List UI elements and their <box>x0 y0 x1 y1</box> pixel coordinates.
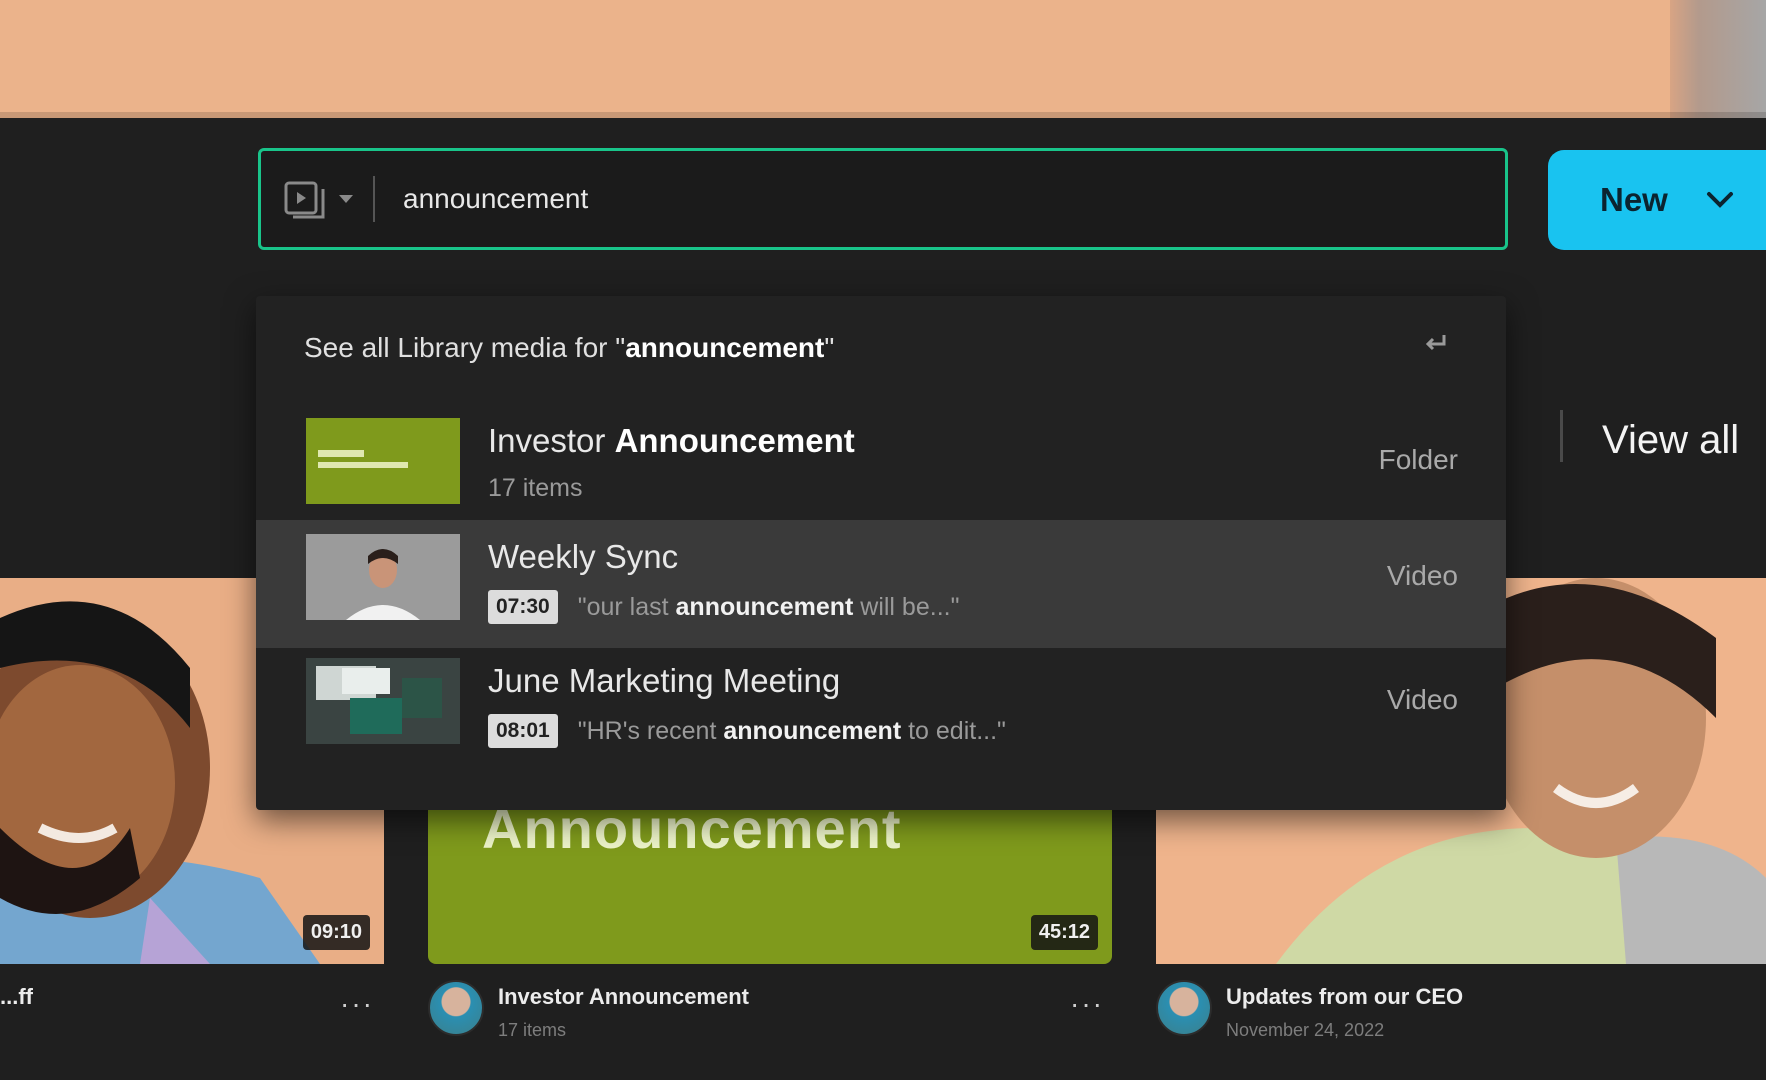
snippet-text: "HR's recent announcement to edit..." <box>578 717 1006 746</box>
search-input[interactable] <box>375 151 1505 247</box>
enter-key-icon <box>1425 335 1446 351</box>
video-thumbnail <box>306 534 460 620</box>
see-all-prefix: See all Library media for " <box>304 332 626 363</box>
media-card-meta: Investor Announcement 17 items <box>428 980 749 1041</box>
search-bar[interactable] <box>258 148 1508 250</box>
search-result-item[interactable]: Weekly Sync 07:30 "our last announcement… <box>256 520 1506 648</box>
result-title-text: Investor <box>488 422 615 459</box>
media-card-meta: ...ff <box>0 980 33 1010</box>
result-title-match: Announcement <box>614 422 855 459</box>
library-icon <box>284 181 325 219</box>
result-snippet: 08:01 "HR's recent announcement to edit.… <box>488 714 1006 748</box>
video-thumbnail-art <box>306 658 460 744</box>
result-type: Video <box>1386 684 1458 715</box>
media-card-meta: Updates from our CEO November 24, 2022 <box>1156 980 1463 1041</box>
folder-thumbnail-art <box>306 418 460 504</box>
snippet-match: announcement <box>675 592 854 621</box>
result-subtitle: 17 items <box>488 474 582 503</box>
snippet-pre: "HR's recent <box>577 716 724 745</box>
snippet-pre: "our last <box>577 592 676 621</box>
snippet-post: will be..." <box>853 592 960 621</box>
media-card-title[interactable]: Updates from our CEO <box>1226 984 1463 1010</box>
search-result-item[interactable]: Investor Announcement 17 items Folder <box>256 404 1506 532</box>
chevron-down-icon <box>1706 192 1733 208</box>
duration-badge: 09:10 <box>302 915 370 950</box>
snippet-post: to edit..." <box>901 716 1006 745</box>
result-title-text: June Marketing Meeting <box>488 662 841 699</box>
see-all-results-link[interactable]: See all Library media for "announcement" <box>304 332 834 364</box>
new-button-label: New <box>1600 181 1668 218</box>
duration-badge: 45:12 <box>1030 915 1098 950</box>
result-title: Weekly Sync <box>488 538 678 576</box>
banner-edge <box>1670 0 1766 118</box>
chevron-down-icon <box>339 195 353 203</box>
more-options-icon[interactable]: ··· <box>1070 988 1104 1020</box>
result-title: Investor Announcement <box>488 422 855 460</box>
result-type: Video <box>1386 560 1458 591</box>
item-count: 17 items <box>488 474 583 502</box>
avatar <box>1156 980 1212 1036</box>
search-result-item[interactable]: June Marketing Meeting 08:01 "HR's recen… <box>256 644 1506 772</box>
media-card-subtitle: November 24, 2022 <box>1226 1020 1385 1040</box>
header-banner <box>0 0 1766 118</box>
view-all-link[interactable]: View all <box>1602 418 1739 463</box>
result-snippet: 07:30 "our last announcement will be..." <box>488 590 959 624</box>
timestamp-badge: 07:30 <box>488 590 558 624</box>
see-all-query: announcement <box>625 332 825 363</box>
snippet-match: announcement <box>723 716 902 745</box>
view-all-divider <box>1560 410 1563 462</box>
search-results-dropdown: See all Library media for "announcement"… <box>256 296 1506 810</box>
timestamp-badge: 08:01 <box>488 714 558 748</box>
video-thumbnail-art <box>306 534 460 620</box>
new-button[interactable]: New <box>1548 150 1766 250</box>
more-options-icon[interactable]: ··· <box>340 988 374 1020</box>
avatar <box>428 980 484 1036</box>
result-type: Folder <box>1378 444 1458 475</box>
see-all-suffix: " <box>824 332 835 363</box>
result-title: June Marketing Meeting <box>488 662 840 700</box>
media-card-title[interactable]: Investor Announcement <box>498 984 749 1010</box>
media-card-subtitle: 17 items <box>498 1020 567 1040</box>
banner-shadow <box>0 112 1766 118</box>
search-scope-selector[interactable] <box>261 151 355 247</box>
app-window: 09:10 Announcement 45:12 ...ff ··· Inves… <box>0 0 1766 1080</box>
media-card-title[interactable]: ...ff <box>0 984 33 1010</box>
result-title-text: Weekly Sync <box>488 538 679 575</box>
folder-thumbnail <box>306 418 460 504</box>
snippet-text: "our last announcement will be..." <box>578 593 960 622</box>
video-thumbnail <box>306 658 460 744</box>
